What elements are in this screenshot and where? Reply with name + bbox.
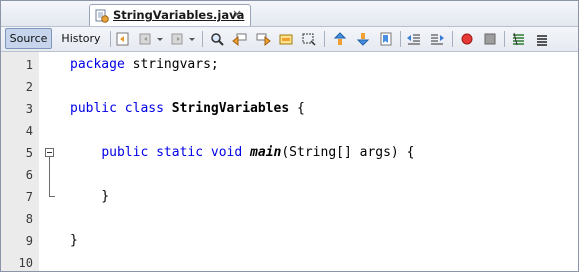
- code-token: StringVariables: [171, 101, 290, 116]
- code-line[interactable]: public static void main(String[] args) {: [70, 142, 414, 164]
- find-next-icon[interactable]: [255, 31, 271, 47]
- line-number: 6: [25, 168, 33, 182]
- code-token: public: [70, 101, 117, 116]
- toolbar-separator: [452, 31, 453, 47]
- line-number: 10: [18, 256, 33, 270]
- code-token: package: [70, 57, 125, 72]
- tab-stringvariables-java[interactable]: StringVariables.java ×: [89, 4, 251, 26]
- toolbar-separator: [324, 31, 325, 47]
- fold-margin: [39, 52, 61, 271]
- comment-icon[interactable]: [511, 31, 527, 47]
- code-token: public: [101, 145, 149, 160]
- find-selection-icon[interactable]: [209, 31, 225, 47]
- chevron-down-icon[interactable]: [188, 31, 196, 47]
- toggle-highlight-icon[interactable]: [278, 31, 294, 47]
- start-macro-icon[interactable]: [459, 31, 475, 47]
- next-bookmark-icon[interactable]: [355, 31, 371, 47]
- code-line[interactable]: package stringvars;: [70, 54, 219, 76]
- toolbar-separator: [110, 31, 111, 47]
- toolbar-separator: [202, 31, 203, 47]
- code-token: {: [289, 101, 305, 116]
- editor-toolbar: Source History: [1, 27, 578, 52]
- code-line[interactable]: }: [70, 230, 78, 252]
- code-token: }: [70, 233, 78, 248]
- tab-label: StringVariables.java: [113, 8, 245, 22]
- fold-end-marker: [49, 196, 55, 197]
- line-number: 7: [25, 190, 33, 204]
- code-line[interactable]: }: [70, 186, 109, 208]
- stop-macro-icon[interactable]: [482, 31, 498, 47]
- code-token: class: [124, 101, 164, 116]
- line-number: 3: [25, 102, 33, 116]
- line-number: 9: [25, 234, 33, 248]
- line-number: 5: [25, 146, 33, 160]
- tab-strip: StringVariables.java ×: [1, 1, 578, 27]
- code-token: }: [70, 189, 110, 204]
- shift-right-icon[interactable]: [429, 31, 445, 47]
- java-file-icon: [95, 8, 109, 23]
- code-token: static: [156, 145, 204, 160]
- toolbar-separator: [504, 31, 505, 47]
- last-edit-icon[interactable]: [115, 31, 131, 47]
- code-token: main: [250, 145, 282, 160]
- forward-icon[interactable]: [170, 31, 186, 47]
- history-button[interactable]: History: [56, 28, 106, 49]
- line-number: 2: [25, 80, 33, 94]
- line-number: 4: [25, 124, 33, 138]
- previous-bookmark-icon[interactable]: [332, 31, 348, 47]
- editor-window: StringVariables.java × Source History 1 …: [0, 0, 579, 272]
- code-editor[interactable]: package stringvars; public class StringVa…: [61, 52, 578, 271]
- toggle-bookmark-icon[interactable]: [378, 31, 394, 47]
- back-icon[interactable]: [138, 31, 154, 47]
- fold-toggle-icon[interactable]: [45, 148, 54, 157]
- chevron-down-icon[interactable]: [156, 31, 164, 47]
- code-line[interactable]: public class StringVariables {: [70, 98, 305, 120]
- line-number: 1: [25, 58, 33, 72]
- find-previous-icon[interactable]: [232, 31, 248, 47]
- code-token: stringvars;: [124, 57, 219, 72]
- code-token: (String[] args) {: [281, 145, 415, 160]
- line-number-gutter: 1 2 3 4 5 6 7 8 9 10: [1, 52, 40, 271]
- fold-guide-line: [49, 157, 50, 196]
- toggle-rectangular-selection-icon[interactable]: [301, 31, 317, 47]
- close-tab-icon[interactable]: ×: [232, 7, 242, 21]
- code-token: void: [210, 145, 243, 160]
- uncomment-icon[interactable]: [534, 31, 550, 47]
- line-number: 8: [25, 212, 33, 226]
- toolbar-separator: [400, 31, 401, 47]
- source-button[interactable]: Source: [5, 28, 52, 49]
- shift-left-icon[interactable]: [406, 31, 422, 47]
